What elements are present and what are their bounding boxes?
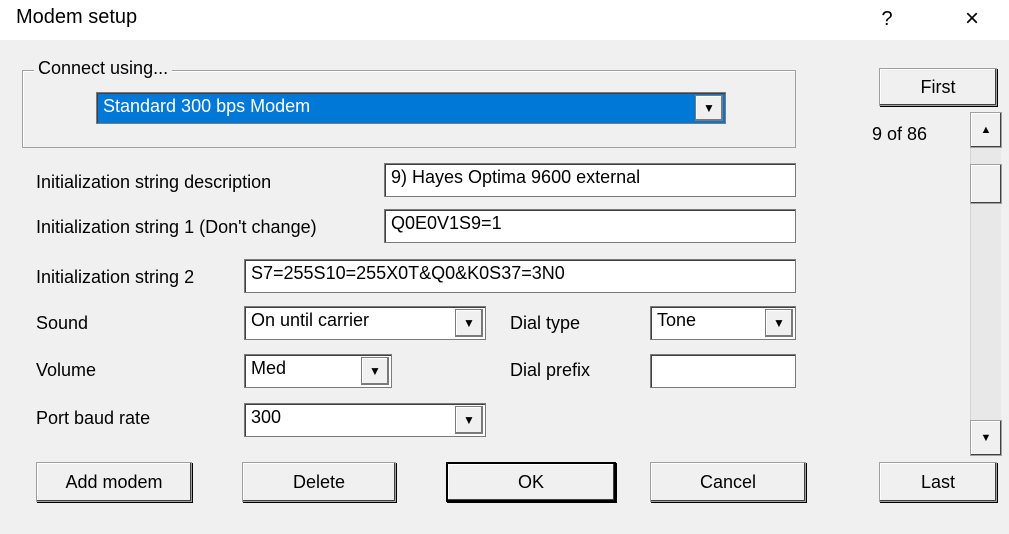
close-icon[interactable]: × (952, 2, 992, 36)
last-button[interactable]: Last (879, 462, 997, 502)
sound-value: On until carrier (251, 310, 370, 330)
help-button[interactable]: ? (872, 2, 902, 36)
init2-label: Initialization string 2 (36, 267, 195, 287)
init-desc-field[interactable]: 9) Hayes Optima 9600 external (384, 163, 796, 197)
first-button[interactable]: First (879, 68, 997, 106)
dial-prefix-field[interactable] (650, 354, 796, 388)
init1-value: Q0E0V1S9=1 (391, 213, 502, 233)
dial-type-select[interactable]: Tone ▼ (650, 306, 796, 340)
dial-prefix-label: Dial prefix (510, 360, 591, 380)
ok-button[interactable]: OK (446, 462, 616, 502)
chevron-down-icon[interactable]: ▼ (455, 406, 483, 434)
add-modem-button[interactable]: Add modem (36, 462, 192, 502)
sound-label: Sound (36, 313, 89, 333)
delete-button[interactable]: Delete (242, 462, 396, 502)
scroll-up-icon[interactable]: ▲ (970, 112, 1002, 148)
init-desc-label: Initialization string description (36, 172, 272, 192)
sound-select[interactable]: On until carrier ▼ (244, 306, 486, 340)
baud-select[interactable]: 300 ▼ (244, 403, 486, 437)
volume-select[interactable]: Med ▼ (244, 354, 392, 388)
volume-value: Med (251, 358, 287, 378)
scroll-thumb[interactable] (970, 164, 1002, 204)
baud-label: Port baud rate (36, 408, 151, 428)
title-bar (0, 0, 1009, 40)
volume-label: Volume (36, 360, 97, 380)
modem-select[interactable]: Standard 300 bps Modem ▼ (96, 92, 726, 124)
connect-using-label: Connect using... (34, 58, 173, 79)
dial-type-value: Tone (657, 310, 697, 330)
init2-field[interactable]: S7=255S10=255X0T&Q0&K0S37=3N0 (244, 259, 796, 293)
scroll-down-icon[interactable]: ▼ (970, 420, 1002, 456)
dialog-title: Modem setup (16, 6, 138, 28)
init-desc-value: 9) Hayes Optima 9600 external (391, 167, 641, 187)
cancel-button[interactable]: Cancel (650, 462, 806, 502)
baud-value: 300 (251, 407, 282, 427)
modem-select-value: Standard 300 bps Modem (103, 96, 311, 116)
record-position: 9 of 86 (872, 124, 928, 144)
init2-value: S7=255S10=255X0T&Q0&K0S37=3N0 (251, 263, 565, 283)
dial-type-label: Dial type (510, 313, 581, 333)
init1-field[interactable]: Q0E0V1S9=1 (384, 209, 796, 243)
init1-label: Initialization string 1 (Don't change) (36, 217, 317, 237)
chevron-down-icon[interactable]: ▼ (695, 95, 723, 121)
chevron-down-icon[interactable]: ▼ (361, 357, 389, 385)
chevron-down-icon[interactable]: ▼ (455, 309, 483, 337)
chevron-down-icon[interactable]: ▼ (765, 309, 793, 337)
